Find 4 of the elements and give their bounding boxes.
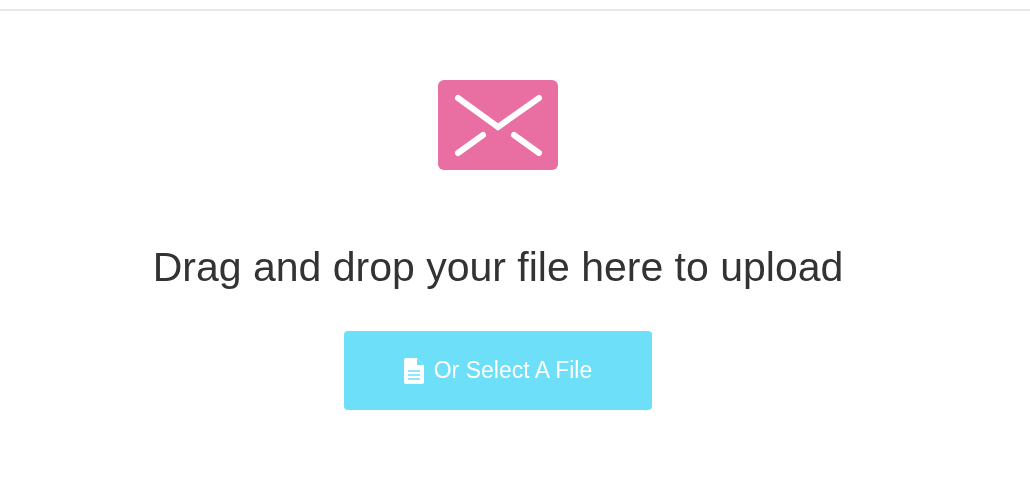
upload-instruction: Drag and drop your file here to upload [152, 244, 844, 291]
select-file-button[interactable]: Or Select A File [344, 331, 652, 410]
file-icon [403, 357, 424, 384]
envelope-icon [438, 80, 558, 170]
